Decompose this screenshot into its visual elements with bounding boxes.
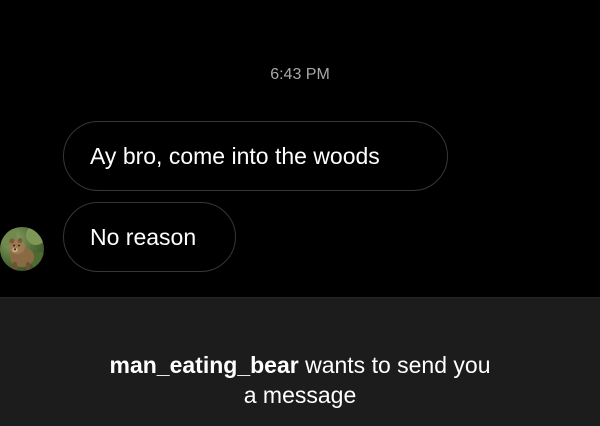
request-username[interactable]: man_eating_bear bbox=[110, 352, 299, 378]
message-bubble[interactable]: No reason bbox=[63, 202, 236, 272]
sender-avatar[interactable] bbox=[0, 227, 44, 271]
message-text: No reason bbox=[90, 223, 197, 250]
request-message-line2: a message bbox=[243, 382, 357, 408]
message-bubble[interactable]: Ay bro, come into the woods bbox=[63, 121, 448, 191]
message-request-text: man_eating_bear wants to send you a mess… bbox=[60, 350, 540, 410]
bear-avatar-icon bbox=[0, 227, 44, 270]
message-text: Ay bro, come into the woods bbox=[90, 142, 380, 169]
request-message-line1: wants to send you bbox=[298, 352, 491, 378]
message-request-panel: man_eating_bear wants to send you a mess… bbox=[0, 297, 600, 426]
chat-thread: 6:43 PM Ay bro, come into the woods No r… bbox=[0, 0, 600, 297]
message-timestamp: 6:43 PM bbox=[270, 66, 330, 83]
